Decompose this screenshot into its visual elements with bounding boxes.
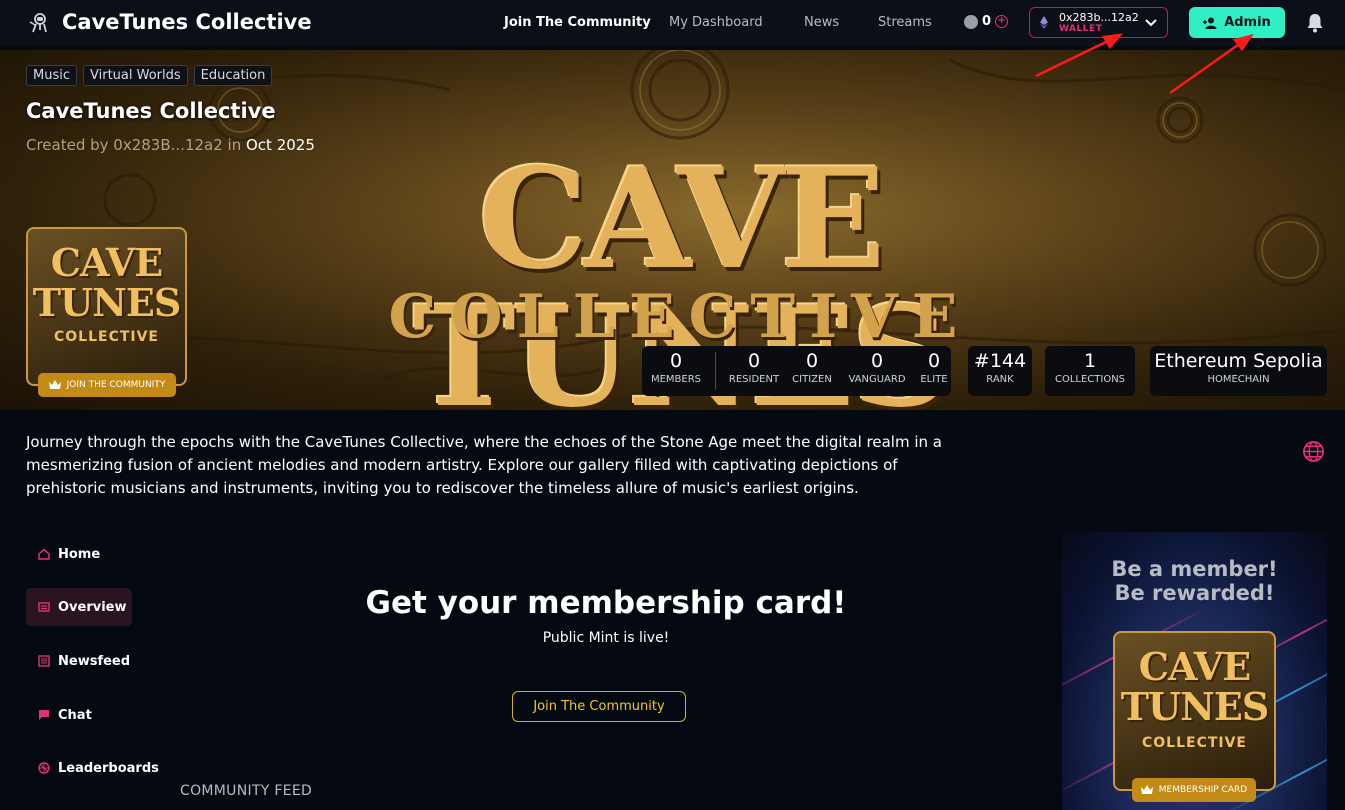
globe-icon[interactable]: [1302, 440, 1325, 463]
nav-streams[interactable]: Streams: [878, 15, 932, 30]
avatar-line-collective: COLLECTIVE: [53, 329, 159, 345]
sidebar-item-label: Leaderboards: [58, 760, 159, 776]
avatar-line-cave: CAVE: [50, 240, 163, 285]
join-community-pill-button[interactable]: JOIN THE COMMUNITY: [38, 373, 176, 397]
leaderboard-icon: [38, 762, 50, 774]
stat-rank-value: #144: [973, 350, 1027, 372]
membership-card-pill[interactable]: MEMBERSHIP CARD: [1132, 778, 1256, 802]
card-artwork-text: CAVE TUNES: [1115, 647, 1274, 727]
membership-card-image[interactable]: CAVE TUNES COLLECTIVE: [1113, 631, 1276, 791]
community-banner: CAVE TUNES COLLECTIVE Music Virtual Worl…: [0, 50, 1345, 410]
stat-citizen-label: CITIZEN: [792, 374, 832, 385]
banner-artwork-subtitle: COLLECTIVE: [388, 282, 972, 352]
membership-cta-title: Get your membership card!: [365, 585, 847, 621]
stat-elite-label: ELITE: [920, 374, 948, 385]
nav-join-community[interactable]: Join The Community: [504, 15, 651, 30]
add-points-icon[interactable]: +: [995, 15, 1009, 28]
sidebar-item-label: Overview: [58, 599, 127, 615]
created-date: Oct 2025: [246, 136, 315, 154]
panel-headline-2: Be rewarded!: [1114, 581, 1275, 605]
sidebar-item-overview[interactable]: Overview: [26, 588, 132, 626]
astronaut-logo-icon[interactable]: [28, 12, 50, 34]
app-title[interactable]: CaveTunes Collective: [62, 10, 312, 34]
stat-collections-value: 1: [1083, 350, 1097, 372]
stat-rank-inner: #144 RANK: [968, 346, 1032, 385]
join-community-button[interactable]: Join The Community: [512, 691, 686, 722]
sidebar-item-label: Chat: [58, 707, 92, 723]
chevron-down-icon: [1145, 19, 1157, 27]
card-pill-label: MEMBERSHIP CARD: [1158, 785, 1248, 795]
top-navbar: CaveTunes Collective Join The Community …: [0, 0, 1345, 46]
stat-elite: 0 ELITE: [916, 346, 952, 385]
sidebar-item-home[interactable]: Home: [26, 535, 132, 573]
stat-resident-value: 0: [747, 350, 761, 372]
panel-headline-1: Be a member!: [1111, 557, 1278, 581]
join-pill-label: JOIN THE COMMUNITY: [66, 380, 166, 390]
stat-homechain-inner: Ethereum Sepolia HOMECHAIN: [1150, 346, 1327, 385]
community-description: Journey through the epochs with the Cave…: [26, 433, 942, 497]
stat-members: 0 MEMBERS: [642, 346, 710, 385]
add-user-icon: [1203, 17, 1217, 29]
stat-collections-label: COLLECTIONS: [1054, 374, 1126, 385]
overview-icon: [38, 602, 50, 612]
membership-cta-subtitle: Public Mint is live!: [542, 630, 670, 646]
stat-members-value: 0: [669, 350, 683, 372]
stat-homechain: Ethereum Sepolia HOMECHAIN: [1150, 346, 1327, 396]
stat-citizen: 0 CITIZEN: [788, 346, 836, 385]
crown-icon: [1140, 785, 1153, 794]
chat-icon: [39, 710, 49, 720]
stat-vanguard-value: 0: [870, 350, 884, 372]
sidebar-item-leaderboards[interactable]: Leaderboards: [26, 749, 159, 787]
crown-icon: [48, 380, 61, 389]
sidebar-item-label: Home: [58, 546, 101, 562]
coin-icon: [964, 14, 978, 29]
points-value: 0: [982, 14, 992, 29]
community-title: CaveTunes Collective: [26, 99, 276, 123]
nav-my-dashboard[interactable]: My Dashboard: [669, 15, 763, 30]
bell-icon[interactable]: [1306, 13, 1324, 33]
wallet-label: WALLET: [1059, 24, 1103, 34]
points-counter[interactable]: 0 +: [964, 14, 1009, 29]
stat-elite-value: 0: [927, 350, 941, 372]
tag-education[interactable]: Education: [193, 65, 273, 86]
stat-vanguard-label: VANGUARD: [848, 374, 906, 385]
created-by-prefix: Created by 0x283B...12a2 in: [26, 136, 242, 154]
stat-divider: [715, 352, 716, 390]
nav-news[interactable]: News: [804, 15, 839, 30]
tag-music[interactable]: Music: [26, 65, 77, 86]
tag-virtual-worlds[interactable]: Virtual Worlds: [83, 65, 188, 86]
community-avatar: CAVE TUNES COLLECTIVE: [26, 227, 187, 386]
stat-homechain-label: HOMECHAIN: [1207, 374, 1270, 385]
sidebar-item-newsfeed[interactable]: Newsfeed: [26, 642, 132, 680]
wallet-dropdown[interactable]: 0x283b...12a2 WALLET: [1029, 7, 1168, 38]
stat-members-label: MEMBERS: [650, 374, 702, 385]
card-line-cave: CAVE: [1138, 644, 1251, 689]
stat-homechain-value: Ethereum Sepolia: [1154, 350, 1323, 372]
sidebar-item-chat[interactable]: Chat: [26, 696, 132, 734]
ethereum-icon: [1040, 16, 1048, 29]
avatar-line-tunes: TUNES: [32, 279, 182, 325]
community-feed-heading: COMMUNITY FEED: [180, 783, 313, 799]
newsfeed-icon: [38, 655, 50, 667]
stat-resident: 0 RESIDENT: [725, 346, 783, 385]
stat-vanguard: 0 VANGUARD: [844, 346, 910, 385]
sidebar-item-label: Newsfeed: [58, 653, 131, 669]
stat-collections-inner: 1 COLLECTIONS: [1045, 346, 1135, 385]
category-tags: Music Virtual Worlds Education: [26, 65, 273, 86]
home-icon: [38, 548, 50, 560]
stat-rank-label: RANK: [986, 374, 1014, 385]
wallet-address: 0x283b...12a2: [1059, 11, 1139, 24]
stat-resident-label: RESIDENT: [728, 374, 780, 385]
member-tier-stats: 0 MEMBERS 0 RESIDENT 0 CITIZEN 0 VANGUAR…: [642, 346, 951, 396]
stat-rank: #144 RANK: [968, 346, 1032, 396]
stat-collections[interactable]: 1 COLLECTIONS: [1045, 346, 1135, 396]
avatar-artwork-text: CAVE TUNES: [28, 243, 185, 323]
membership-card-panel: Be a member! Be rewarded! CAVE TUNES COL…: [1062, 532, 1327, 810]
card-line-tunes: TUNES: [1120, 683, 1270, 729]
card-line-collective: COLLECTIVE: [1141, 735, 1247, 751]
stat-citizen-value: 0: [805, 350, 819, 372]
admin-label: Admin: [1224, 15, 1271, 30]
admin-button[interactable]: Admin: [1189, 7, 1285, 38]
created-by-text: Created by 0x283B...12a2 in Oct 2025: [26, 136, 315, 154]
